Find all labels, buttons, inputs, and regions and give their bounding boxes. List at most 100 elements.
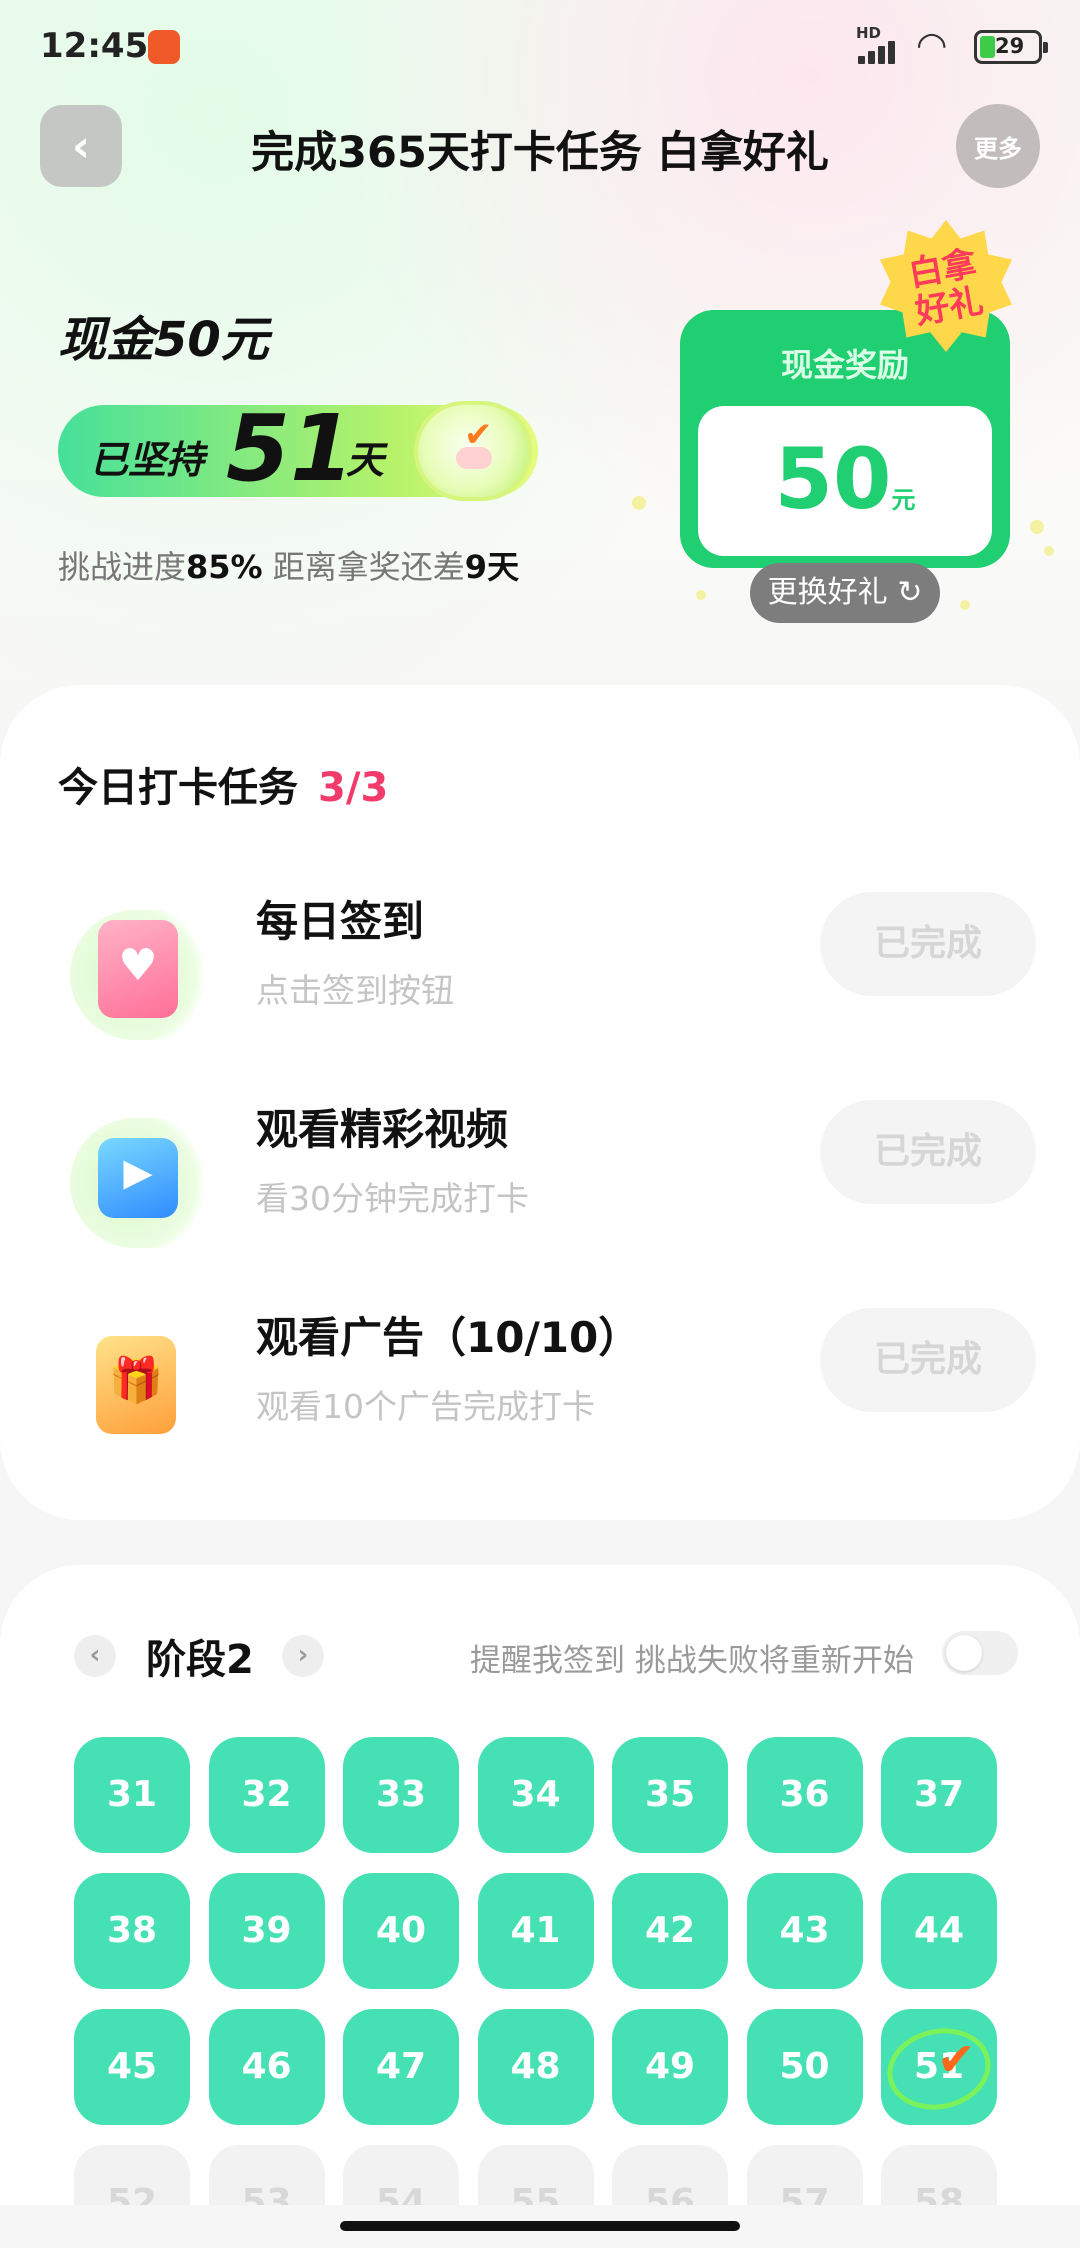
stage-calendar-card: ‹ 阶段2 › 提醒我签到 挑战失败将重新开始 31 32 33 34 35 36 37 38… bbox=[0, 1565, 1080, 2205]
day-cell[interactable]: 32 bbox=[208, 1737, 325, 1853]
day-cell[interactable]: 45 bbox=[74, 2009, 190, 2125]
task-item-daily-signin: ♥ 每日签到 点击签到按钮 已完成 bbox=[0, 880, 1080, 1050]
task-desc: 点击签到按钮 bbox=[256, 971, 454, 1010]
day-number: 48 bbox=[510, 2046, 561, 2087]
day-cell[interactable]: 58 bbox=[881, 2145, 997, 2205]
day-number: 35 bbox=[644, 1774, 696, 1815]
day-cell[interactable]: 42 bbox=[612, 1873, 728, 1989]
challenge-progress: 挑战进度85% 距离拿奖还差9天 bbox=[58, 548, 520, 586]
reward-amount: 50元 bbox=[774, 430, 916, 528]
day-number: 40 bbox=[375, 1910, 427, 1951]
stage-label: 阶段2 bbox=[146, 1637, 254, 1683]
day-number: 44 bbox=[913, 1910, 965, 1951]
status-bar: 12:45 HD ◠ 29 bbox=[0, 0, 1080, 96]
status-time: 12:45 bbox=[40, 26, 149, 66]
wifi-icon: ◠ bbox=[916, 25, 948, 66]
gift-box-icon: 🎁 bbox=[70, 1326, 218, 1456]
day-cell[interactable]: 38 bbox=[74, 1873, 190, 1989]
day-cell[interactable]: 43 bbox=[746, 1873, 863, 1989]
day-cell[interactable]: 36 bbox=[746, 1737, 863, 1853]
day-cell[interactable]: 46 bbox=[208, 2009, 325, 2125]
day-number: 53 bbox=[241, 2182, 292, 2205]
persist-days-number: 51 bbox=[226, 395, 355, 502]
day-cell[interactable]: 39 bbox=[208, 1873, 325, 1989]
day-cell[interactable]: 37 bbox=[881, 1737, 997, 1853]
day-cell[interactable]: 50 bbox=[746, 2009, 863, 2125]
day-number: 52 bbox=[106, 2182, 158, 2205]
app-notification-icon bbox=[148, 30, 180, 64]
signal-icon bbox=[858, 38, 904, 64]
day-number: 37 bbox=[913, 1774, 965, 1815]
chevron-right-icon[interactable]: › bbox=[282, 1635, 324, 1677]
day-number: 43 bbox=[779, 1910, 830, 1951]
tasks-title: 今日打卡任务 3/3 bbox=[58, 765, 389, 811]
day-number: 58 bbox=[913, 2182, 965, 2205]
tasks-count: 3/3 bbox=[318, 765, 389, 811]
task-desc: 观看10个广告完成打卡 bbox=[256, 1387, 595, 1426]
chevron-left-icon[interactable]: ‹ bbox=[74, 1635, 116, 1677]
mascot-check-icon: ✔ bbox=[414, 401, 532, 501]
day-cell[interactable]: 34 bbox=[477, 1737, 594, 1853]
task-name: 观看精彩视频 bbox=[256, 1105, 509, 1154]
day-number: 54 bbox=[375, 2182, 427, 2205]
persist-prefix: 已坚持 bbox=[90, 438, 205, 482]
change-gift-button[interactable]: 更换好礼 ↻ bbox=[750, 563, 940, 623]
day-number: 50 bbox=[779, 2046, 830, 2087]
cash-reward-title: 现金50元 bbox=[58, 312, 269, 368]
day-cell[interactable]: 47 bbox=[343, 2009, 459, 2125]
day-cell[interactable]: 35 bbox=[612, 1737, 728, 1853]
task-item-watch-video: ▶ 观看精彩视频 看30分钟完成打卡 已完成 bbox=[0, 1088, 1080, 1258]
task-done-button[interactable]: 已完成 bbox=[820, 1308, 1036, 1412]
day-cell[interactable]: 49 bbox=[612, 2009, 728, 2125]
day-number: 42 bbox=[644, 1910, 696, 1951]
remind-toggle[interactable] bbox=[942, 1631, 1018, 1675]
day-number: 32 bbox=[241, 1774, 292, 1815]
day-number: 33 bbox=[375, 1774, 427, 1815]
day-number: 47 bbox=[375, 2046, 427, 2087]
day-number: 55 bbox=[510, 2182, 561, 2205]
calendar-heart-icon: ♥ bbox=[70, 910, 218, 1040]
day-cell[interactable]: 55 bbox=[477, 2145, 594, 2205]
check-mark-icon: ✔ bbox=[937, 2032, 976, 2086]
page-title: 完成365天打卡任务 白拿好礼 bbox=[251, 128, 829, 178]
persist-suffix: 天 bbox=[346, 438, 385, 482]
free-gift-burst-badge: 白拿 好礼 bbox=[880, 220, 1012, 352]
day-number: 46 bbox=[241, 2046, 292, 2087]
day-cell[interactable]: 40 bbox=[343, 1873, 459, 1989]
day-number: 34 bbox=[510, 1774, 561, 1815]
day-number: 41 bbox=[510, 1910, 561, 1951]
day-cell[interactable]: 31 bbox=[74, 1737, 190, 1853]
day-cell[interactable]: 57 bbox=[746, 2145, 863, 2205]
day-number: 57 bbox=[779, 2182, 830, 2205]
video-play-icon: ▶ bbox=[70, 1118, 218, 1248]
task-done-button[interactable]: 已完成 bbox=[820, 892, 1036, 996]
battery-level: 29 bbox=[995, 34, 1025, 58]
day-cell[interactable]: 53 bbox=[208, 2145, 325, 2205]
day-cell[interactable]: 48 bbox=[477, 2009, 594, 2125]
day-number: 39 bbox=[241, 1910, 292, 1951]
reward-amount-box: 50元 bbox=[698, 406, 992, 556]
day-cell[interactable]: 52 bbox=[74, 2145, 190, 2205]
day-cell[interactable]: 33 bbox=[343, 1737, 459, 1853]
day-cell[interactable]: 41 bbox=[477, 1873, 594, 1989]
task-done-button[interactable]: 已完成 bbox=[820, 1100, 1036, 1204]
more-button[interactable]: 更多 bbox=[956, 104, 1040, 188]
daily-tasks-card: 今日打卡任务 3/3 ♥ 每日签到 点击签到按钮 已完成 ▶ 观看精彩视频 看30… bbox=[0, 685, 1080, 1520]
day-cell[interactable]: 56 bbox=[612, 2145, 728, 2205]
task-desc: 看30分钟完成打卡 bbox=[256, 1179, 529, 1218]
home-indicator bbox=[340, 2221, 740, 2231]
task-name: 观看广告（10/10） bbox=[256, 1313, 641, 1362]
day-cell[interactable]: 54 bbox=[343, 2145, 459, 2205]
remind-text: 提醒我签到 挑战失败将重新开始 bbox=[470, 1643, 914, 1679]
day-number: 45 bbox=[106, 2046, 158, 2087]
day-number: 56 bbox=[644, 2182, 696, 2205]
task-item-watch-ads: 🎁 观看广告（10/10） 观看10个广告完成打卡 已完成 bbox=[0, 1296, 1080, 1466]
day-number: 38 bbox=[106, 1910, 158, 1951]
day-cell-checked[interactable]: 51 ✔ bbox=[879, 2009, 999, 2125]
day-cell[interactable]: 44 bbox=[881, 1873, 997, 1989]
day-number: 49 bbox=[644, 2046, 696, 2087]
day-number: 31 bbox=[106, 1774, 158, 1815]
remaining-days: 9天 bbox=[464, 548, 520, 586]
progress-percent: 85% bbox=[186, 548, 263, 586]
day-number: 36 bbox=[779, 1774, 830, 1815]
